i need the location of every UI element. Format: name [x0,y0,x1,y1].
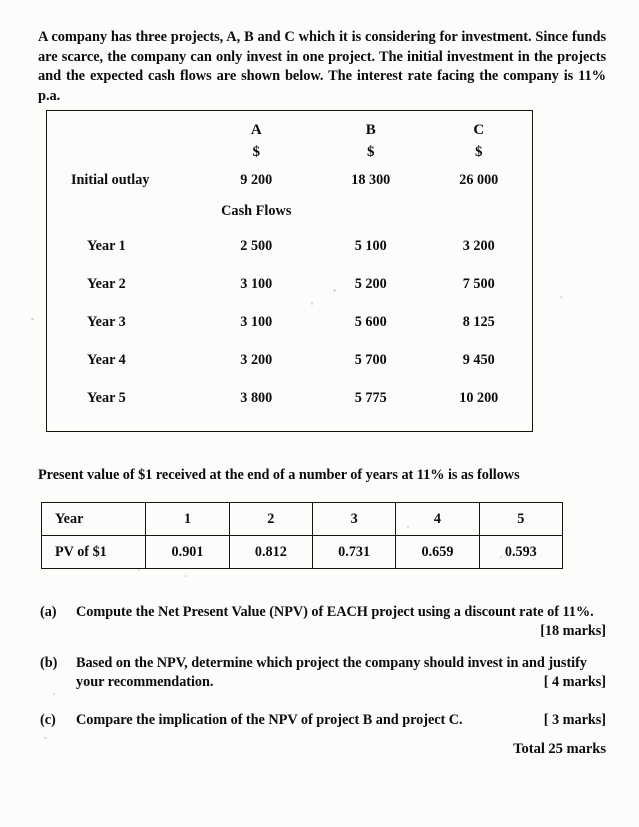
question-c-letter: (c) [40,712,56,728]
table-row-initial-outlay: Initial outlay 9 200 18 300 26 000 [47,165,532,195]
table-row: Year 2 3 100 5 200 7 500 [47,265,532,303]
table-row: Year 3 3 100 5 600 8 125 [47,303,532,341]
scan-speckle [407,526,409,528]
pv-table-row-years: Year 1 2 3 4 5 [40,502,564,536]
initial-outlay-label: Initial outlay [71,171,150,188]
pv-year-1: 1 [145,502,230,536]
scan-speckle [53,693,55,695]
cell-year-5-b: 5 775 [354,389,387,406]
table-row-currency: $ $ $ [47,139,532,165]
pv-table-row-factors: PV of $1 0.901 0.812 0.731 0.659 0.593 [40,535,564,569]
table-row-column-headers: A B C [47,111,532,139]
cell-year-4-c: 9 450 [462,351,495,368]
header-blank-cell [47,111,197,139]
row-label-year-1: Year 1 [87,237,126,254]
cell-year-5-c: 10 200 [459,389,499,406]
column-header-a: A [250,122,262,138]
scan-speckle [500,556,502,558]
pv-factor-1: 0.901 [145,535,230,569]
cash-flow-table: A B C $ $ $ Initial outlay 9 200 18 300 … [46,110,533,432]
question-a-marks: [18 marks] [540,623,606,639]
column-header-b: B [365,122,376,138]
table-row-cash-flows-label: Cash Flows [47,195,532,227]
table-row: Year 4 3 200 5 700 9 450 [47,341,532,379]
pv-year-2: 2 [228,502,313,536]
cash-flow-table-grid: A B C $ $ $ Initial outlay 9 200 18 300 … [47,111,532,417]
table-row: Year 1 2 500 5 100 3 200 [47,227,532,265]
cell-year-4-b: 5 700 [354,351,387,368]
question-b-text: Based on the NPV, determine which projec… [76,655,587,671]
scan-speckle [333,289,336,292]
question-b-text-line2: your recommendation. [76,674,214,690]
cell-year-1-a: 2 500 [240,237,273,254]
scan-speckle [138,569,140,571]
intro-paragraph: A company has three projects, A, B and C… [38,29,606,104]
document-page: A company has three projects, A, B and C… [0,0,639,827]
currency-blank-cell [47,139,197,165]
cell-year-4-a: 3 200 [240,351,273,368]
pv-factor-2: 0.812 [228,535,313,569]
cell-year-2-a: 3 100 [240,275,273,292]
row-label-year-2: Year 2 [87,275,126,292]
cash-flows-blank-c [425,195,532,227]
cell-year-3-b: 5 600 [354,313,387,330]
scan-speckle [560,296,562,298]
pv-year-4: 4 [395,502,480,536]
scan-speckle [31,318,34,320]
cell-year-3-a: 3 100 [240,313,273,330]
scan-speckle [311,302,313,305]
cell-year-1-c: 3 200 [462,237,495,254]
question-a-text: Compute the Net Present Value (NPV) of E… [76,604,594,620]
pv-year-3: 3 [311,502,397,536]
cash-flows-label: Cash Flows [221,202,292,219]
question-c-marks: [ 3 marks] [543,712,606,728]
question-b-marks: [ 4 marks] [543,674,606,690]
question-a-letter: (a) [40,604,57,620]
initial-outlay-value-c: 26 000 [459,171,499,188]
scan-speckle [185,575,187,577]
cash-flows-blank-b [316,195,425,227]
total-marks: Total 25 marks [513,741,606,757]
initial-outlay-value-b: 18 300 [351,171,391,188]
pv-year-5: 5 [478,502,564,536]
cell-year-2-b: 5 200 [354,275,387,292]
question-b-letter: (b) [40,655,58,671]
row-label-year-5: Year 5 [87,389,126,406]
currency-symbol-a: $ [252,143,261,160]
pv-factor-5: 0.593 [478,535,564,569]
pv-row-label-pv-of-1: PV of $1 [40,535,147,569]
currency-symbol-b: $ [367,143,375,160]
cell-year-2-c: 7 500 [462,275,495,292]
scan-speckle [44,737,47,739]
pv-row-label-year: Year [40,502,147,536]
pv-factor-4: 0.659 [395,535,480,569]
initial-outlay-value-a: 9 200 [240,171,273,188]
question-c-text: Compare the implication of the NPV of pr… [76,712,463,728]
column-header-c: C [473,122,485,138]
row-label-year-3: Year 3 [87,313,126,330]
table-row: Year 5 3 800 5 775 10 200 [47,379,532,417]
row-label-year-4: Year 4 [87,351,126,368]
cash-flows-blank-cell [47,195,197,227]
pv-factor-table: Year 1 2 3 4 5 PV of $1 0.901 0.812 0.73… [40,502,564,569]
cell-year-1-b: 5 100 [354,237,387,254]
cell-year-3-c: 8 125 [462,313,495,330]
cell-year-5-a: 3 800 [240,389,273,406]
currency-symbol-c: $ [474,143,483,160]
present-value-sentence: Present value of $1 received at the end … [38,467,520,483]
pv-factor-3: 0.731 [311,535,397,569]
